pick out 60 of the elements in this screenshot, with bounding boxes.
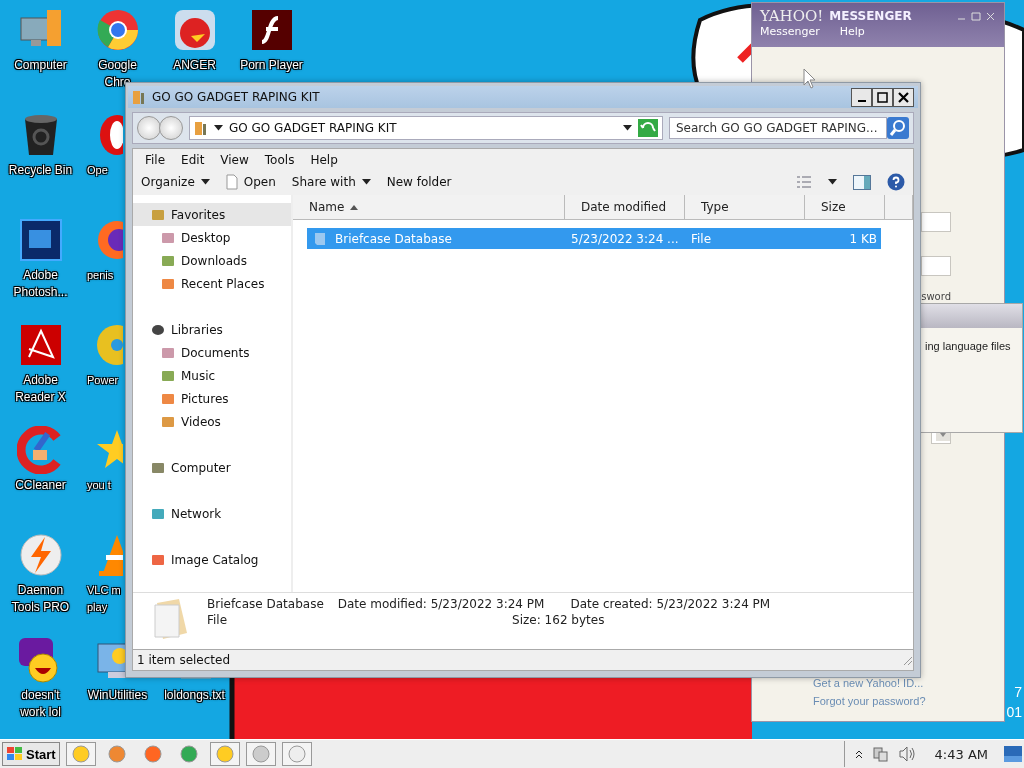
window-title: GO GO GADGET RAPING KIT: [152, 90, 321, 104]
nav-item[interactable]: Computer: [133, 456, 291, 479]
toolbar-button[interactable]: Open: [225, 174, 276, 190]
detail-text: Date created: 5/23/2022 3:24 PM: [570, 597, 771, 611]
nav-item[interactable]: Libraries: [133, 318, 291, 341]
messenger-logo: YAHOO!: [760, 7, 824, 25]
file-name: Briefcase Database: [207, 597, 324, 611]
search-field[interactable]: Search GO GO GADGET RAPING...: [669, 117, 887, 139]
desktop-icon-label: Ope: [87, 163, 108, 178]
toolbar-button[interactable]: New folder: [386, 175, 452, 189]
window-title: MESSENGER: [829, 9, 913, 23]
detail-text: Size: 162 bytes: [512, 613, 605, 627]
desktop-icon-label: Adobe Reader X: [15, 372, 66, 406]
status-text: 1 item selected: [137, 653, 232, 667]
column-header[interactable]: Date modified: [565, 195, 685, 219]
desktop-icon-label: Daemon Tools PRO: [11, 582, 70, 616]
dialog-message: ing language files: [925, 339, 1011, 352]
nav-item[interactable]: Documents: [133, 341, 291, 364]
toolbar-button[interactable]: Share with: [291, 175, 371, 189]
menu-item[interactable]: Help: [302, 153, 346, 167]
nav-item[interactable]: Network: [133, 502, 291, 525]
desktop-icon-label: Computer: [14, 57, 67, 74]
desktop-icon-label: VLC m play: [87, 583, 121, 615]
checkbox-label: sword: [921, 291, 951, 302]
desktop-icon-label: loldongs.txt: [164, 687, 225, 704]
menu-item[interactable]: Tools: [256, 153, 303, 167]
menu-item[interactable]: Help: [839, 25, 865, 38]
column-header[interactable]: Size: [805, 195, 885, 219]
desktop-icon-label: Recycle Bin: [8, 162, 73, 179]
desktop-icon-label: Power: [87, 373, 119, 388]
column-header[interactable]: Type: [685, 195, 805, 219]
toolbar-button[interactable]: Organize: [141, 175, 210, 189]
column-header[interactable]: Name: [293, 195, 565, 219]
detail-text: Date modified: 5/23/2022 3:24 PM: [337, 597, 545, 611]
start-button[interactable]: Start: [2, 742, 60, 766]
nav-item[interactable]: Videos: [133, 410, 291, 433]
desktop-icon-label: you t: [87, 478, 111, 493]
desktop-icon-label: doesn't work lol: [20, 687, 61, 721]
menu-item[interactable]: Messenger: [760, 25, 820, 38]
nav-item[interactable]: Desktop: [133, 226, 291, 249]
nav-item[interactable]: Downloads: [133, 249, 291, 272]
desktop-icon-label: CCleaner: [15, 477, 66, 494]
desktop-icon-label: ANGER: [173, 57, 216, 74]
nav-item[interactable]: Recent Places: [133, 272, 291, 295]
desktop-icon-label: penis: [87, 268, 114, 283]
menu-item[interactable]: Edit: [173, 153, 213, 167]
desktop-icon-label: Porn Player: [240, 57, 303, 74]
file-type: File: [207, 613, 229, 627]
nav-item[interactable]: Image Catalog: [133, 548, 291, 571]
desktop-icon-label: WinUtilities: [87, 687, 148, 704]
menu-item[interactable]: File: [137, 153, 174, 167]
watermark-text: 7: [1014, 684, 1022, 700]
nav-item[interactable]: Pictures: [133, 387, 291, 410]
desktop-icon-label: Adobe Photosh...: [13, 267, 68, 301]
nav-item[interactable]: Music: [133, 364, 291, 387]
clock[interactable]: 4:43 AM: [934, 746, 988, 762]
watermark-text: 01: [1006, 704, 1022, 720]
menu-item[interactable]: View: [212, 153, 257, 167]
address-bar[interactable]: GO GO GADGET RAPING KIT: [189, 116, 663, 140]
nav-item[interactable]: Favorites: [133, 203, 291, 226]
